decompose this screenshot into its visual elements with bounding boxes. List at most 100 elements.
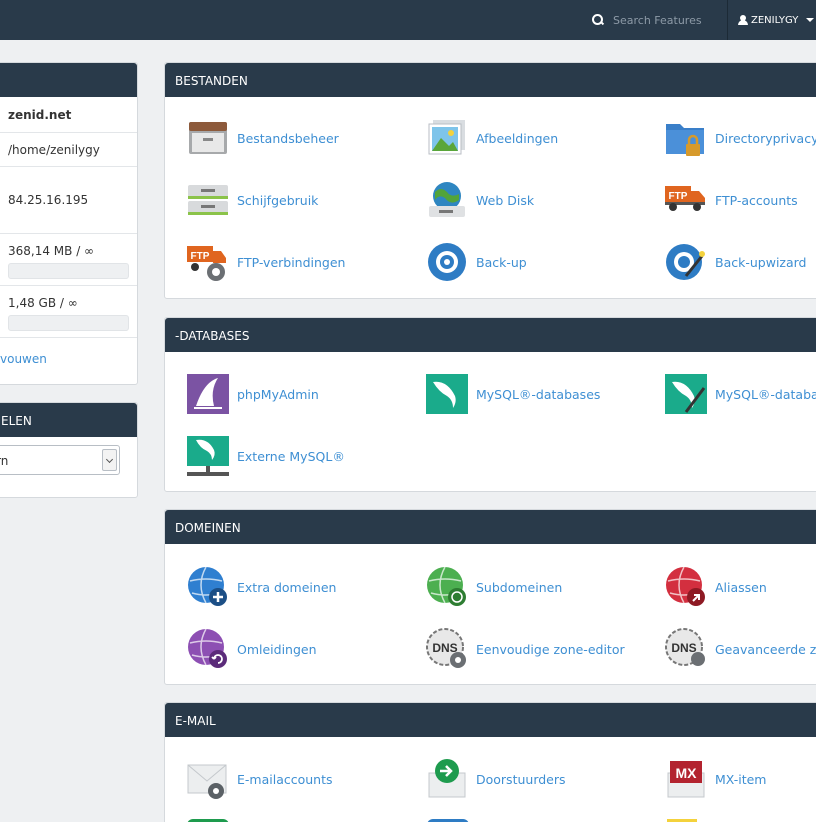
stats-home: /home/zenilygy: [0, 132, 137, 166]
mx-icon-text: MX: [676, 765, 698, 781]
globe-plus-icon: [186, 565, 230, 609]
ftp-truck-icon: FTP: [664, 178, 708, 222]
files-section: BESTANDEN Bestandsbeheer Afbeeldingen Di…: [164, 62, 816, 299]
search-icon: [592, 14, 604, 26]
stats-ip: 84.25.16.195: [0, 166, 137, 233]
forwarders-label: Doorstuurders: [476, 771, 566, 787]
home-directory-value: /home/zenilygy: [8, 143, 100, 157]
dns-icon: DNS: [425, 627, 469, 671]
preferences-title: ELEN: [1, 414, 32, 428]
collapse-stats-link[interactable]: vouwen: [0, 352, 47, 366]
general-info-panel: zenid.net /home/zenilygy 84.25.16.195 36…: [0, 62, 138, 385]
folder-lock-icon: [664, 116, 708, 160]
disk-usage-bar: [8, 263, 129, 279]
simple-zone-editor-label: Eenvoudige zone-editor: [476, 641, 625, 657]
mysql-databases-label: MySQL®-databases: [476, 386, 601, 402]
user-icon: [738, 15, 748, 25]
mysql-database-wizard-item[interactable]: MySQL®-databas: [664, 372, 816, 416]
aliases-label: Aliassen: [715, 579, 767, 595]
theme-select-value: rn: [0, 454, 9, 468]
phpmyadmin-label: phpMyAdmin: [237, 386, 319, 402]
domains-title: DOMEINEN: [175, 521, 241, 535]
advanced-zone-editor-item[interactable]: DNS Geavanceerde zor: [664, 627, 816, 671]
username: ZENILYGY: [751, 14, 799, 26]
advanced-zone-editor-icon-text: DNS: [671, 641, 696, 655]
user-menu[interactable]: ZENILYGY: [738, 0, 815, 40]
ftp-accounts-label: FTP-accounts: [715, 192, 798, 208]
forwarders-item[interactable]: Doorstuurders: [425, 757, 566, 801]
email-section: E-MAIL E-mailaccounts Doorstuurders MX M…: [164, 702, 816, 822]
file-manager-item[interactable]: Bestandsbeheer: [186, 116, 339, 160]
disk-usage-item[interactable]: Schijfgebruik: [186, 178, 318, 222]
disk-usage-value: 368,14 MB / ∞: [8, 244, 95, 258]
panel-header: [0, 63, 137, 97]
phpmyadmin-item[interactable]: phpMyAdmin: [186, 372, 319, 416]
backup-wizard-icon: [664, 240, 708, 284]
backup-label: Back-up: [476, 254, 527, 270]
mysql-database-wizard-label: MySQL®-databas: [715, 386, 816, 402]
globe-subdomain-icon: [425, 565, 469, 609]
domain-value: zenid.net: [8, 108, 72, 122]
web-disk-icon: [425, 178, 469, 222]
directory-privacy-item[interactable]: Directoryprivacy: [664, 116, 816, 160]
stats-domain: zenid.net: [0, 97, 137, 132]
mysql-dolphin-icon: [425, 372, 469, 416]
chevron-down-icon: [806, 18, 815, 22]
envelope-forward-icon: [425, 757, 469, 801]
simple-zone-editor-icon-text: DNS: [432, 641, 457, 655]
addon-domains-label: Extra domeinen: [237, 579, 337, 595]
disk-drive-icon: [186, 178, 230, 222]
backup-wizard-item[interactable]: Back-upwizard: [664, 240, 807, 284]
dns-advanced-icon: DNS: [664, 627, 708, 671]
navbar-divider: [727, 0, 728, 40]
ftp-connections-item[interactable]: FTP FTP-verbindingen: [186, 240, 345, 284]
domains-section: DOMEINEN Extra domeinen Subdomeinen Alia…: [164, 509, 816, 685]
chevron-down-icon: [102, 449, 117, 471]
addon-domains-item[interactable]: Extra domeinen: [186, 565, 336, 609]
images-item[interactable]: Afbeeldingen: [425, 116, 558, 160]
email-accounts-item[interactable]: E-mailaccounts: [186, 757, 333, 801]
mx-entry-label: MX-item: [715, 771, 767, 787]
backup-wizard-label: Back-upwizard: [715, 254, 807, 270]
panel-header: ELEN: [0, 403, 137, 437]
aliases-item[interactable]: Aliassen: [664, 565, 767, 609]
email-title: E-MAIL: [175, 714, 216, 728]
databases-section: -DATABASES phpMyAdmin MySQL®-databases M…: [164, 317, 816, 492]
theme-select[interactable]: rn: [0, 445, 120, 475]
web-disk-item[interactable]: Web Disk: [425, 178, 534, 222]
section-header: -DATABASES: [165, 318, 816, 352]
mx-entry-item[interactable]: MX MX-item: [664, 757, 766, 801]
disk-usage-label: Schijfgebruik: [237, 192, 319, 208]
phpmyadmin-icon: [186, 372, 230, 416]
images-label: Afbeeldingen: [476, 130, 559, 146]
envelope-gear-icon: [186, 757, 230, 801]
databases-title: -DATABASES: [175, 329, 250, 343]
search-input[interactable]: [613, 13, 723, 27]
section-header: DOMEINEN: [165, 510, 816, 544]
ip-address-value: 84.25.16.195: [8, 193, 89, 207]
web-disk-label: Web Disk: [476, 192, 535, 208]
mysql-wizard-icon: [664, 372, 708, 416]
ftp-connections-icon: FTP: [186, 240, 230, 284]
remote-mysql-icon: [186, 434, 230, 478]
ftp-accounts-item[interactable]: FTP FTP-accounts: [664, 178, 798, 222]
mysql-databases-item[interactable]: MySQL®-databases: [425, 372, 600, 416]
redirects-item[interactable]: Omleidingen: [186, 627, 317, 671]
file-manager-label: Bestandsbeheer: [237, 130, 339, 146]
globe-redirect-icon: [186, 627, 230, 671]
redirects-label: Omleidingen: [237, 641, 317, 657]
email-accounts-label: E-mailaccounts: [237, 771, 333, 787]
subdomains-item[interactable]: Subdomeinen: [425, 565, 562, 609]
mx-icon: MX: [664, 757, 708, 801]
ftp-connections-label: FTP-verbindingen: [237, 254, 346, 270]
remote-mysql-label: Externe MySQL®: [237, 448, 345, 464]
remote-mysql-item[interactable]: Externe MySQL®: [186, 434, 345, 478]
simple-zone-editor-item[interactable]: DNS Eenvoudige zone-editor: [425, 627, 625, 671]
file-cabinet-icon: [186, 116, 230, 160]
search-features[interactable]: [578, 0, 728, 40]
backup-item[interactable]: Back-up: [425, 240, 527, 284]
subdomains-label: Subdomeinen: [476, 579, 563, 595]
ftp-connections-icon-text: FTP: [191, 251, 210, 262]
ftp-accounts-icon-text: FTP: [669, 191, 688, 202]
section-header: E-MAIL: [165, 703, 816, 737]
